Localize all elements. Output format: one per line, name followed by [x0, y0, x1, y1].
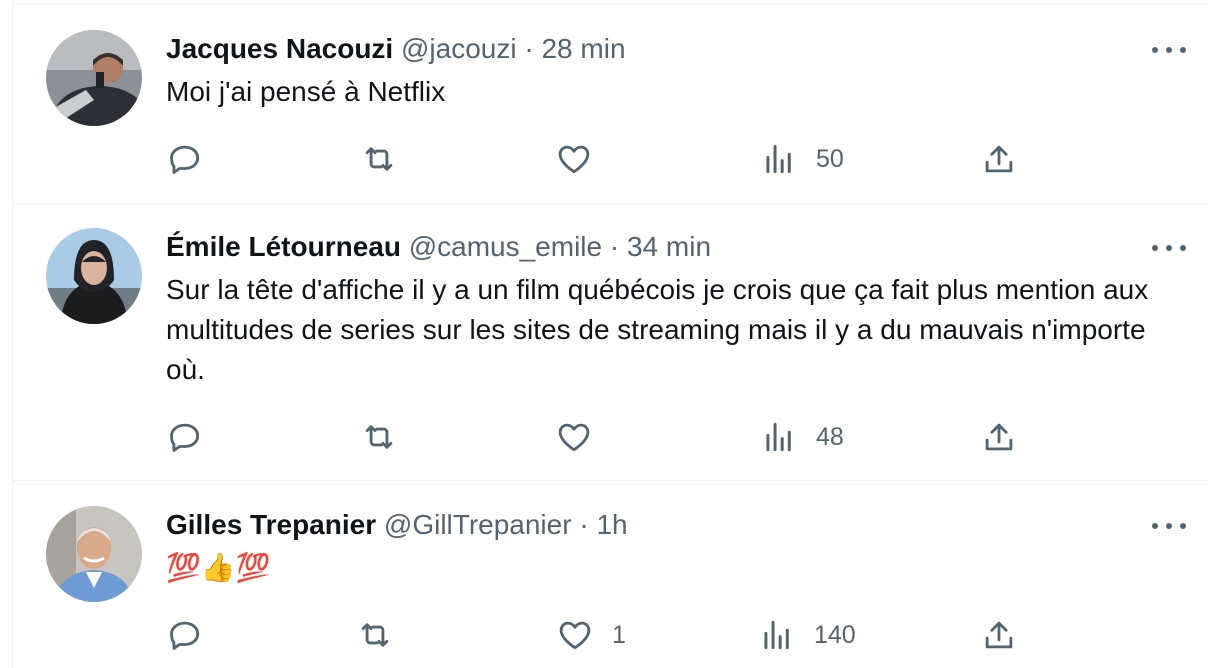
timestamp[interactable]: 1h [596, 509, 627, 540]
tweet-actions: 50 [166, 139, 1026, 179]
heart-icon [559, 621, 591, 650]
reply-button[interactable] [166, 615, 222, 655]
tweet-body: Gilles Trepanier @GillTrepanier · 1h 💯👍💯 [166, 508, 1168, 588]
author-handle[interactable]: @jacouzi [401, 33, 517, 64]
like-button[interactable] [555, 139, 611, 179]
timestamp[interactable]: 28 min [541, 33, 625, 64]
views-button[interactable]: 48 [760, 417, 844, 457]
separator: · [524, 33, 534, 64]
reply-icon [170, 423, 200, 452]
share-icon [985, 621, 1013, 649]
share-button[interactable] [980, 139, 1018, 179]
avatar[interactable] [46, 228, 142, 324]
views-count: 48 [816, 422, 844, 451]
tweet-text: Moi j'ai pensé à Netflix [166, 76, 446, 107]
retweet-icon [365, 425, 393, 449]
tweet-text: Sur la tête d'affiche il y a un film qué… [166, 274, 1149, 385]
separator: · [579, 509, 589, 540]
tweet-jacouzi[interactable]: Jacques Nacouzi @jacouzi · 28 min Moi j'… [12, 5, 1208, 203]
heart-icon [558, 423, 590, 452]
views-icon [766, 144, 791, 174]
like-count: 1 [612, 620, 626, 649]
more-icon[interactable] [1152, 516, 1186, 536]
more-icon[interactable] [1152, 238, 1186, 258]
views-button[interactable]: 50 [760, 139, 844, 179]
views-count: 140 [814, 620, 856, 649]
views-icon [764, 620, 789, 650]
tweet-header: Gilles Trepanier @GillTrepanier · 1h [166, 508, 1168, 542]
avatar[interactable] [46, 506, 142, 602]
tweet-camus-emile[interactable]: Émile Létourneau @camus_emile · 34 min S… [12, 204, 1208, 480]
views-button[interactable]: 140 [758, 615, 856, 655]
tweet-gilltrepanier[interactable]: Gilles Trepanier @GillTrepanier · 1h 💯👍💯… [12, 481, 1208, 668]
like-button[interactable]: 1 [556, 615, 626, 655]
views-count: 50 [816, 144, 844, 173]
reply-button[interactable] [166, 139, 222, 179]
tweet-actions: 1 140 [166, 615, 1026, 655]
retweet-button[interactable] [360, 417, 416, 457]
share-icon [985, 145, 1013, 173]
heart-icon [558, 145, 590, 174]
avatar[interactable] [46, 30, 142, 126]
author-name[interactable]: Émile Létourneau [166, 231, 401, 262]
reply-icon [170, 145, 200, 174]
share-icon [985, 423, 1013, 451]
reply-icon [170, 621, 200, 650]
tweet-body: Jacques Nacouzi @jacouzi · 28 min Moi j'… [166, 32, 1168, 112]
like-button[interactable] [555, 417, 611, 457]
reply-feed: Jacques Nacouzi @jacouzi · 28 min Moi j'… [0, 0, 1208, 668]
author-handle[interactable]: @camus_emile [409, 231, 602, 262]
more-icon[interactable] [1152, 40, 1186, 60]
retweet-icon [365, 147, 393, 171]
tweet-header: Jacques Nacouzi @jacouzi · 28 min [166, 32, 1168, 66]
author-handle[interactable]: @GillTrepanier [384, 509, 572, 540]
tweet-body: Émile Létourneau @camus_emile · 34 min S… [166, 230, 1168, 390]
views-icon [766, 422, 791, 452]
tweet-header: Émile Létourneau @camus_emile · 34 min [166, 230, 1168, 264]
retweet-button[interactable] [360, 139, 416, 179]
share-button[interactable] [980, 417, 1018, 457]
separator: · [609, 231, 620, 262]
author-name[interactable]: Jacques Nacouzi [166, 33, 393, 64]
share-button[interactable] [980, 615, 1018, 655]
retweet-button[interactable] [356, 615, 412, 655]
author-name[interactable]: Gilles Trepanier [166, 509, 376, 540]
tweet-actions: 48 [166, 417, 1026, 457]
reply-button[interactable] [166, 417, 222, 457]
tweet-text: 💯👍💯 [166, 552, 271, 583]
timestamp[interactable]: 34 min [627, 231, 711, 262]
retweet-icon [361, 623, 389, 647]
